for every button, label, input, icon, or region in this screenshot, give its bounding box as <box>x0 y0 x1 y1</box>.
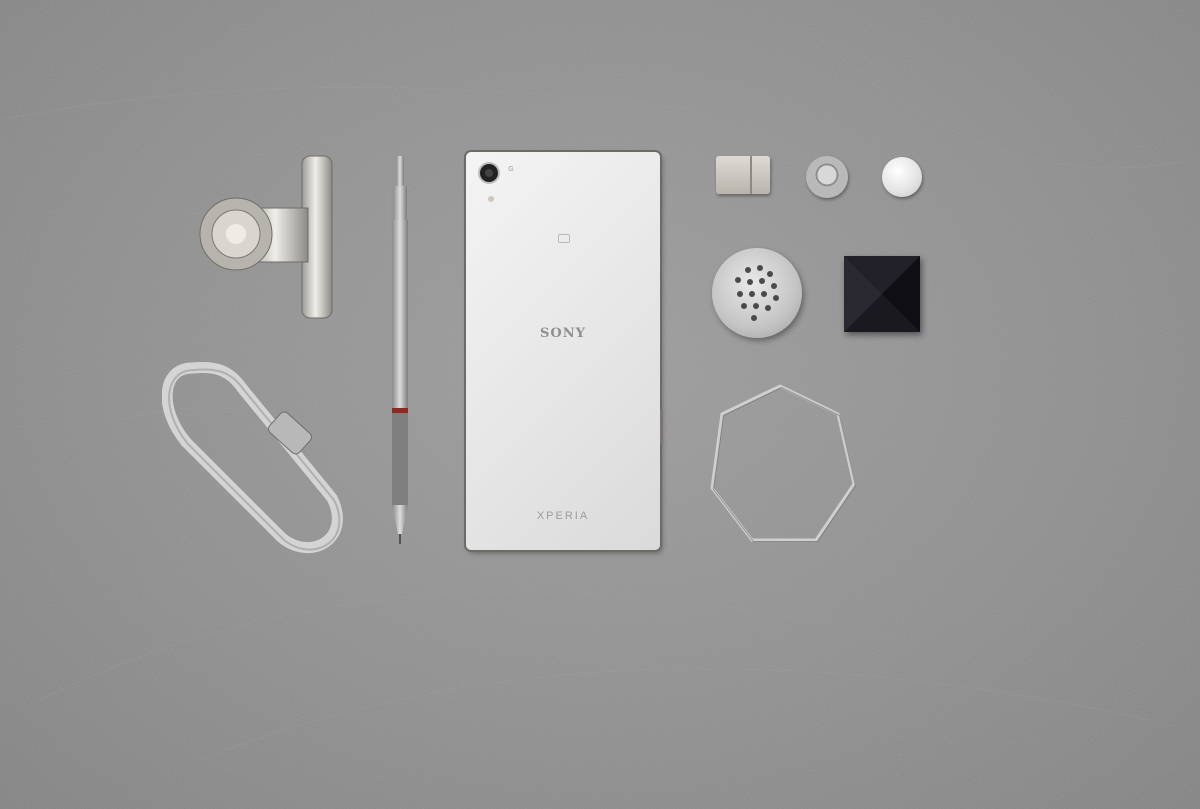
wire-heptagon-icon <box>710 384 857 542</box>
mesh-cap-icon <box>806 156 848 198</box>
shaker-lid-icon <box>712 248 802 338</box>
brand-label: SONY <box>540 326 586 341</box>
pyramid-icon <box>844 256 920 332</box>
camera-icon <box>480 164 498 182</box>
side-button <box>660 410 663 444</box>
magnet-block-icon <box>716 156 770 194</box>
camera-label: G <box>508 166 514 173</box>
photo-scene: G SONY XPERIA <box>0 0 1200 809</box>
shaker-holes <box>735 265 779 321</box>
mechanical-pencil-icon <box>386 156 408 544</box>
nfc-icon <box>558 234 570 243</box>
model-label: XPERIA <box>536 510 590 522</box>
binder-clip-icon <box>199 155 333 319</box>
round-disc-icon <box>882 157 922 197</box>
carabiner-icon <box>162 361 343 553</box>
pyramid-facets <box>844 256 920 332</box>
flash-icon <box>488 196 494 202</box>
smartphone-back: G SONY XPERIA <box>466 152 663 550</box>
